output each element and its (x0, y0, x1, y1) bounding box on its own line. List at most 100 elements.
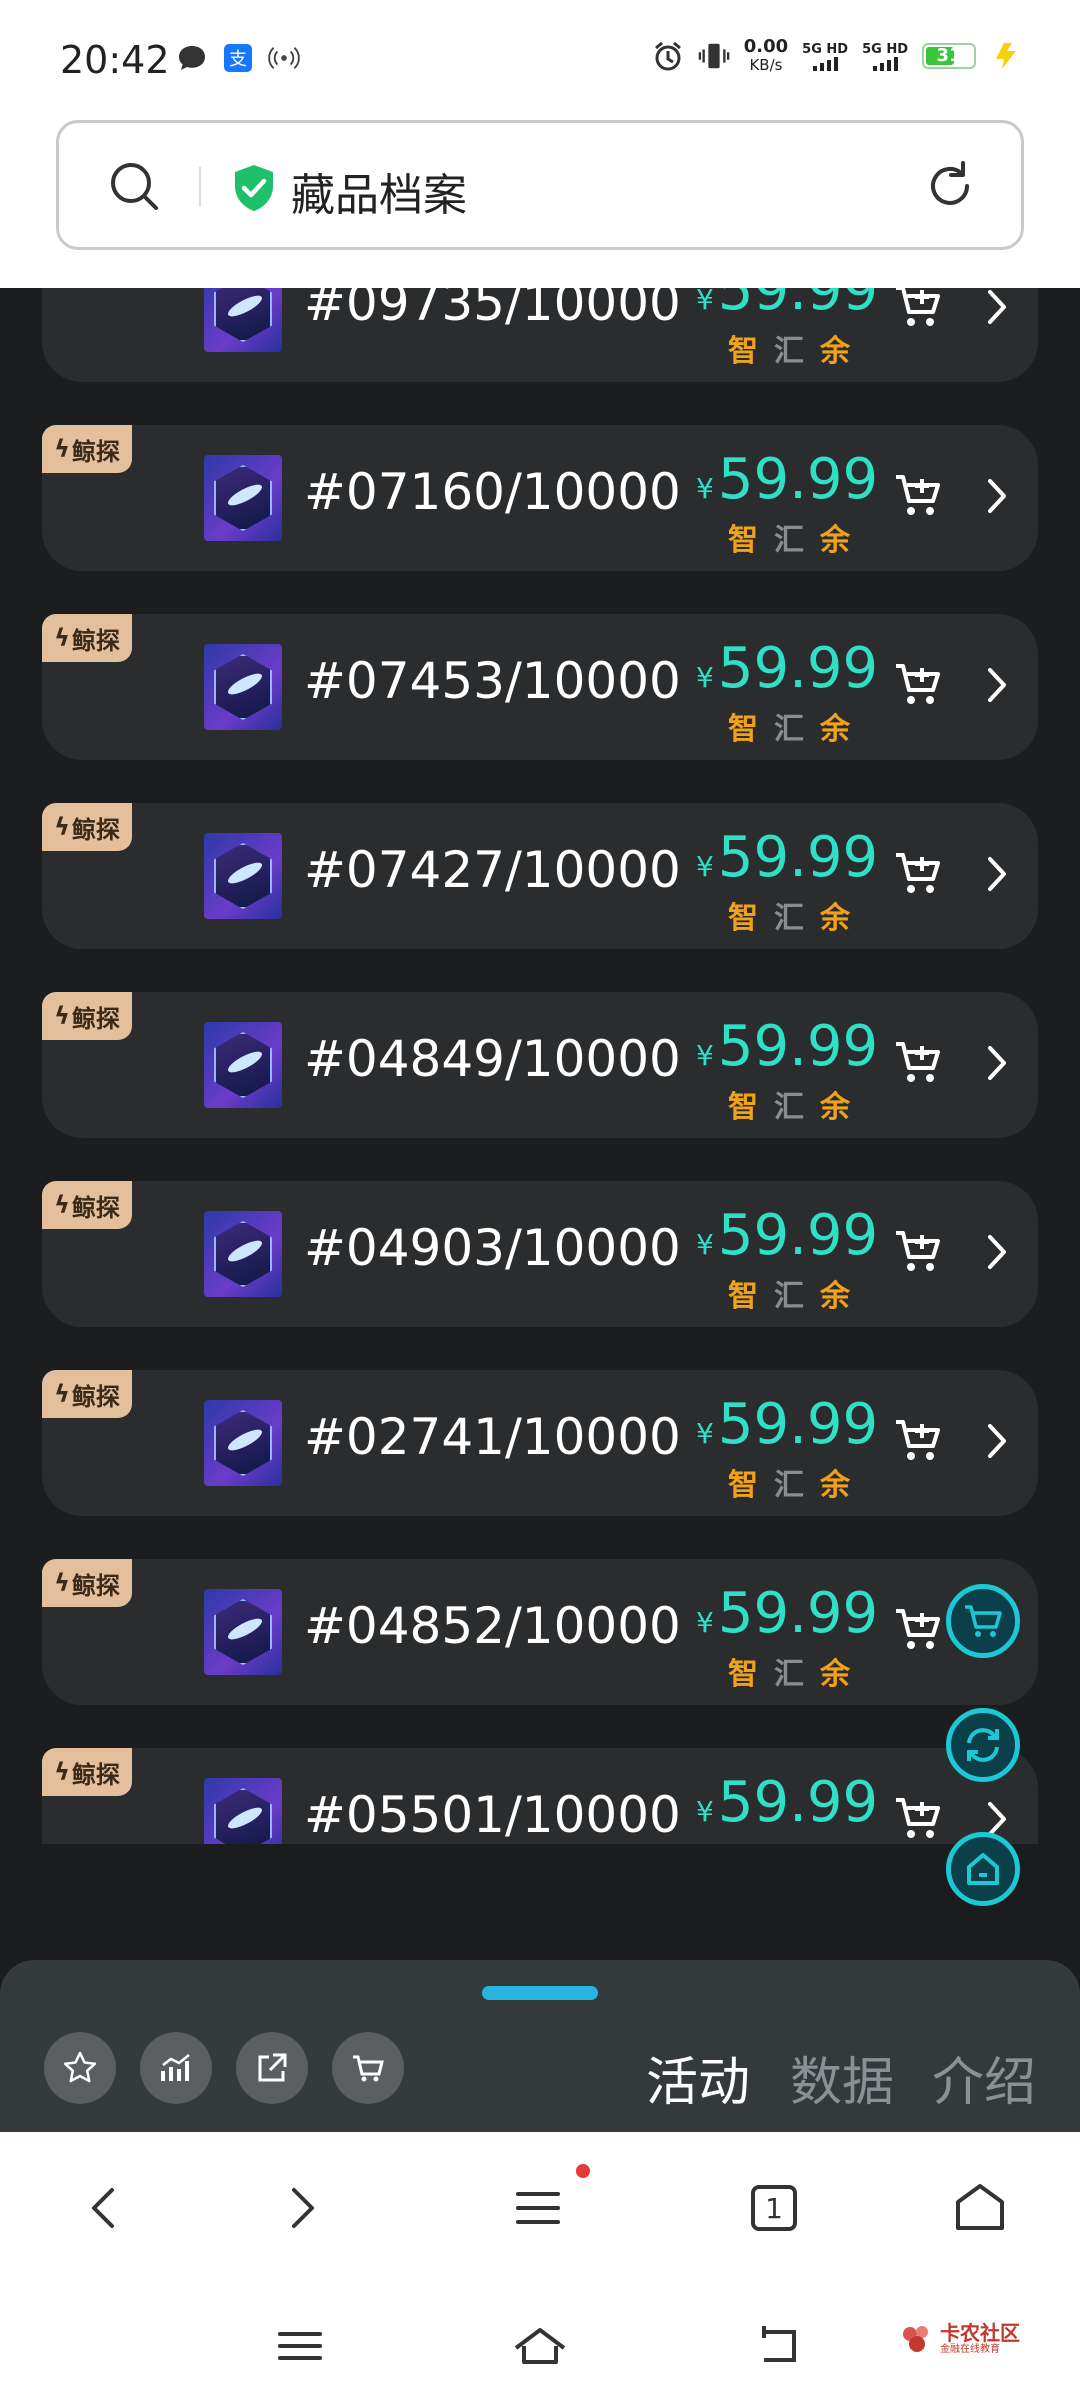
platform-tag: ϟ 鲸探 (42, 614, 132, 662)
collection-item-card[interactable]: ϟ 鲸探 #07453/10000 ¥59.99 智汇余 (42, 614, 1038, 760)
serial-number: #07453/10000 (304, 652, 681, 710)
collection-list[interactable]: ϟ鲸探#09735/10000¥59.99智汇余 ϟ鲸探#07160/10000¥… (0, 288, 1080, 1844)
currency-symbol: ¥ (696, 1606, 714, 1639)
net-speed: 0.00 KB/s (744, 38, 788, 75)
add-to-cart-icon[interactable] (892, 1790, 946, 1844)
collection-item-card[interactable]: ϟ鲸探#09735/10000¥59.99智汇余 (42, 288, 1038, 382)
chevron-right-icon[interactable] (982, 473, 1012, 519)
pay-method-zhi: 智 (728, 1838, 758, 1844)
collection-thumbnail (204, 644, 282, 730)
bolt-icon: ϟ (54, 1002, 70, 1030)
payment-methods: 智汇余 (728, 1649, 850, 1693)
platform-tag-label: 鲸探 (71, 437, 120, 466)
floating-cart-button[interactable] (946, 1584, 1020, 1658)
refresh-icon[interactable] (923, 159, 977, 213)
collection-item-card[interactable]: ϟ 鲸探 #02741/10000 ¥59.99 智汇余 (42, 1370, 1038, 1516)
collection-item-card[interactable]: ϟ 鲸探 #07427/10000 ¥59.99 智汇余 (42, 803, 1038, 949)
address-bar[interactable]: 藏品档案 (56, 120, 1024, 250)
add-to-cart-icon[interactable] (892, 1223, 946, 1277)
price-value: 59.99 (717, 825, 879, 890)
price: ¥59.99 (696, 825, 878, 890)
collection-thumbnail (204, 288, 282, 352)
price-value: 59.99 (717, 1392, 879, 1457)
add-to-cart-icon[interactable] (892, 656, 946, 710)
svg-text:支: 支 (229, 49, 247, 70)
platform-tag: ϟ 鲸探 (42, 425, 132, 473)
signal-1-label: 5G HD (802, 41, 849, 57)
chevron-right-icon[interactable] (982, 851, 1012, 897)
currency-symbol: ¥ (696, 288, 714, 316)
serial-number: #02741/10000 (304, 1408, 681, 1466)
collection-item-card[interactable]: ϟ 鲸探 #07160/10000 ¥59.99 智汇余 (42, 425, 1038, 571)
sheet-drag-handle[interactable] (482, 1986, 598, 2000)
collection-thumbnail (204, 1022, 282, 1108)
add-to-cart-icon[interactable] (892, 288, 946, 332)
back-icon[interactable] (72, 2176, 136, 2240)
platform-tag-label: 鲸探 (71, 815, 120, 844)
home-icon (967, 1853, 999, 1885)
status-right-icons: 0.00 KB/s 5G HD 5G HD 31 (652, 38, 1022, 74)
collection-item-card[interactable]: ϟ 鲸探 #04903/10000 ¥59.99 智汇余 (42, 1181, 1038, 1327)
pay-method-yu: 余 (820, 1657, 850, 1692)
recent-apps-icon[interactable] (272, 2318, 328, 2374)
cart-icon (965, 1605, 1002, 1637)
chevron-right-icon[interactable] (982, 1418, 1012, 1464)
signal-1: 5G HD (802, 42, 848, 71)
tab-intro[interactable]: 介绍 (932, 2040, 1036, 2115)
floating-home-button[interactable] (946, 1832, 1020, 1906)
platform-tag-label: 鲸探 (71, 626, 120, 655)
platform-tag: ϟ 鲸探 (42, 992, 132, 1040)
pay-method-hui: 汇 (774, 1838, 804, 1844)
share-button[interactable] (236, 2032, 308, 2104)
sync-icon (967, 1728, 999, 1762)
cart-button[interactable] (332, 2032, 404, 2104)
pay-method-yu: 余 (820, 901, 850, 936)
add-to-cart-icon[interactable] (892, 1601, 946, 1655)
watermark-sub: 金融在线教育 (940, 2344, 1000, 2355)
floating-refresh-button[interactable] (946, 1708, 1020, 1782)
platform-tag-label: 鲸探 (71, 1004, 120, 1033)
chevron-right-icon[interactable] (982, 1229, 1012, 1275)
system-nav-bar: 卡农社区 金融在线教育 (0, 2282, 1080, 2408)
add-to-cart-icon[interactable] (892, 1412, 946, 1466)
collection-item-card[interactable]: ϟ鲸探 #05501/10000 ¥59.99 智 汇 余 (42, 1748, 1038, 1844)
collection-item-card[interactable]: ϟ 鲸探 #04849/10000 ¥59.99 智汇余 (42, 992, 1038, 1138)
platform-tag: ϟ 鲸探 (42, 1559, 132, 1607)
tabs-button[interactable]: 1 (742, 2176, 806, 2240)
star-icon (63, 2051, 97, 2083)
add-to-cart-icon[interactable] (892, 845, 946, 899)
system-back-icon[interactable] (752, 2318, 808, 2374)
chart-button[interactable] (140, 2032, 212, 2104)
bolt-icon: ϟ (54, 1380, 70, 1408)
price-value: 59.99 (717, 1770, 879, 1835)
bolt-icon: ϟ (54, 813, 70, 841)
signal-bars-1-icon (812, 56, 838, 71)
add-to-cart-icon[interactable] (892, 467, 946, 521)
chevron-right-icon[interactable] (982, 1040, 1012, 1086)
chevron-right-icon[interactable] (982, 662, 1012, 708)
pay-method-zhi: 智 (728, 334, 758, 369)
divider (199, 167, 201, 207)
menu-icon[interactable] (506, 2176, 570, 2240)
pay-method-hui: 汇 (774, 1090, 804, 1125)
vibrate-icon (698, 40, 730, 72)
search-icon[interactable] (107, 159, 161, 213)
tab-activity[interactable]: 活动 (646, 2040, 750, 2115)
tab-data[interactable]: 数据 (790, 2040, 894, 2115)
watermark-main: 卡农社区 (940, 2321, 1020, 2345)
platform-tag-label: 鲸探 (71, 1193, 120, 1222)
chart-icon (161, 2054, 190, 2081)
favorite-button[interactable] (44, 2032, 116, 2104)
home-icon[interactable] (948, 2176, 1012, 2240)
serial-number: #04852/10000 (304, 1597, 681, 1655)
add-to-cart-icon[interactable] (892, 1034, 946, 1088)
system-home-icon[interactable] (512, 2318, 568, 2374)
battery-icon: 31 (922, 43, 976, 69)
shield-check-icon (235, 165, 273, 211)
collection-item-card[interactable]: ϟ 鲸探 #04852/10000 ¥59.99 智汇余 (42, 1559, 1038, 1705)
chevron-right-icon[interactable] (982, 288, 1012, 330)
payment-methods: 智汇余 (728, 1838, 850, 1844)
forward-icon[interactable] (270, 2176, 334, 2240)
serial-number: #05501/10000 (304, 1786, 681, 1844)
pay-method-yu: 余 (820, 334, 850, 369)
